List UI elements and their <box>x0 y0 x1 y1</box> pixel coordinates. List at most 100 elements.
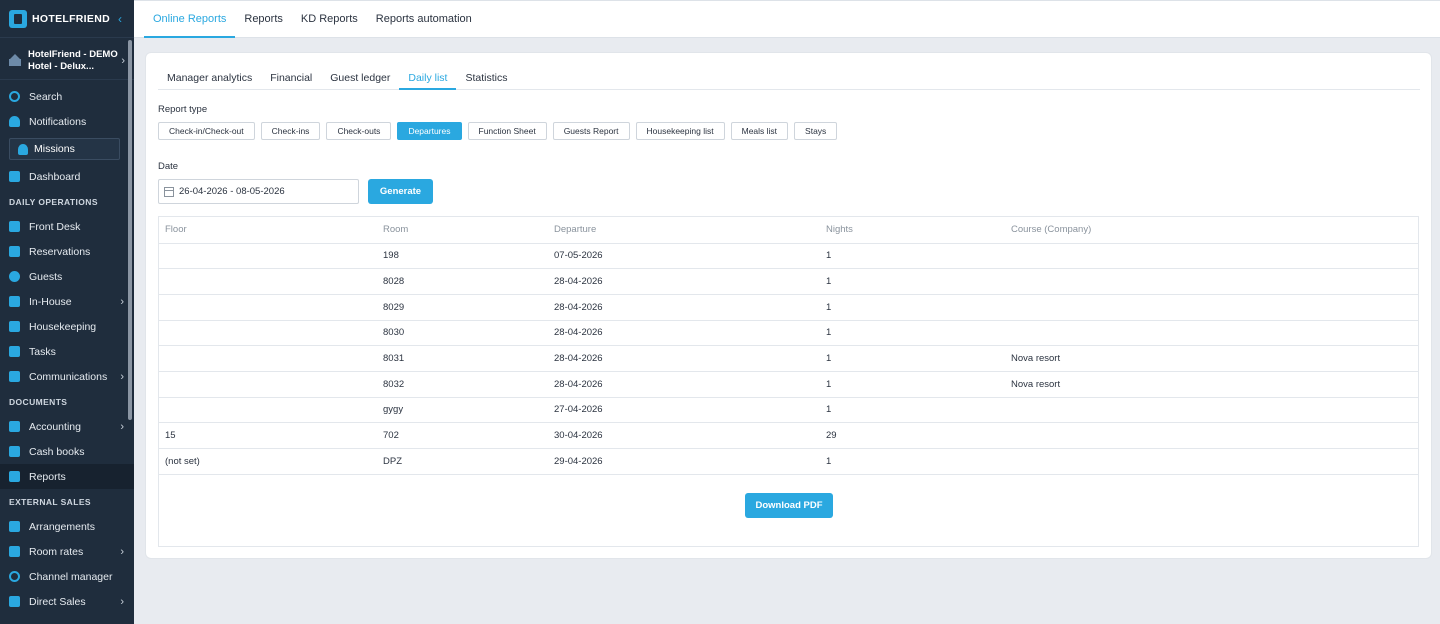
chevron-right-icon: › <box>120 420 124 433</box>
cell-departure: 28-04-2026 <box>548 320 820 347</box>
date-label: Date <box>158 161 179 172</box>
cell-departure: 30-04-2026 <box>548 422 820 449</box>
sidebar-item-notifications[interactable]: Notifications <box>0 109 134 134</box>
cell-course-company <box>1005 243 1418 270</box>
cell-room: 8031 <box>377 345 548 372</box>
column-header-floor: Floor <box>159 217 377 244</box>
sidebar-item-tasks[interactable]: Tasks <box>0 339 134 364</box>
collapse-chevron-icon[interactable]: ‹ <box>118 12 122 26</box>
section-daily-operations: DAILY OPERATIONS <box>9 196 98 207</box>
brand-logo[interactable]: HOTELFRIEND ‹ <box>0 0 134 38</box>
cell-room: gygy <box>377 397 548 424</box>
sidebar-item-front-desk[interactable]: Front Desk <box>0 214 134 239</box>
wrench-icon <box>9 346 20 357</box>
cell-room: 8029 <box>377 294 548 321</box>
cell-nights: 1 <box>820 448 1005 475</box>
report-type-housekeeping-list[interactable]: Housekeeping list <box>635 122 725 140</box>
cell-departure: 28-04-2026 <box>548 268 820 295</box>
table-row: 8031 28-04-2026 1 Nova resort <box>159 345 1418 372</box>
subtab-financial[interactable]: Financial <box>261 67 321 90</box>
sidebar-item-communications[interactable]: Communications › <box>0 364 134 389</box>
subtab-daily-list[interactable]: Daily list <box>399 67 457 90</box>
report-type-guests-report[interactable]: Guests Report <box>552 122 630 140</box>
chevron-right-icon: › <box>120 295 124 308</box>
accounting-icon <box>9 421 20 432</box>
column-header-departure: Departure <box>548 217 820 244</box>
subtab-statistics[interactable]: Statistics <box>456 67 516 90</box>
download-pdf-button[interactable]: Download PDF <box>745 493 833 518</box>
tab-reports[interactable]: Reports <box>235 1 292 38</box>
cell-floor <box>159 371 377 398</box>
cell-room: 198 <box>377 243 548 270</box>
in-house-icon <box>9 296 20 307</box>
report-type-meals-list[interactable]: Meals list <box>730 122 789 140</box>
hotel-selector[interactable]: HotelFriend - DEMO Hotel - Delux... › <box>0 42 134 80</box>
cell-departure: 29-04-2026 <box>548 448 820 475</box>
cell-room: 8032 <box>377 371 548 398</box>
subtab-manager-analytics[interactable]: Manager analytics <box>158 67 261 90</box>
sidebar-item-channel-manager[interactable]: Channel manager <box>0 564 134 589</box>
table-row: 8032 28-04-2026 1 Nova resort <box>159 371 1418 398</box>
report-type-checkouts[interactable]: Check-outs <box>326 122 392 140</box>
cell-departure: 28-04-2026 <box>548 345 820 372</box>
sidebar-item-guests[interactable]: Guests <box>0 264 134 289</box>
report-type-function-sheet[interactable]: Function Sheet <box>467 122 547 140</box>
sidebar-item-accounting[interactable]: Accounting › <box>0 414 134 439</box>
cell-course-company <box>1005 448 1418 475</box>
table-header-row: Floor Room Departure Nights Course (Comp… <box>159 217 1418 244</box>
chevron-right-icon: › <box>120 370 124 383</box>
report-type-checkins[interactable]: Check-ins <box>260 122 321 140</box>
guest-icon <box>9 271 20 282</box>
cell-room: 702 <box>377 422 548 449</box>
tab-kd-reports[interactable]: KD Reports <box>292 1 367 38</box>
sidebar-item-search[interactable]: Search <box>0 84 134 109</box>
cell-room: 8028 <box>377 268 548 295</box>
hotelfriend-logo-icon <box>9 9 27 28</box>
sidebar-item-housekeeping[interactable]: Housekeeping <box>0 314 134 339</box>
dashboard-icon <box>9 171 20 182</box>
generate-button[interactable]: Generate <box>368 179 433 204</box>
tab-reports-automation[interactable]: Reports automation <box>367 1 481 38</box>
cell-floor <box>159 243 377 270</box>
cell-departure: 07-05-2026 <box>548 243 820 270</box>
missions-button[interactable]: Missions <box>9 138 120 160</box>
report-type-stays[interactable]: Stays <box>794 122 838 140</box>
missions-icon <box>18 143 28 155</box>
table-row: (not set) DPZ 29-04-2026 1 <box>159 448 1418 475</box>
reports-icon <box>9 471 20 482</box>
cell-floor <box>159 294 377 321</box>
date-range-input[interactable]: 26-04-2026 - 08-05-2026 <box>158 179 359 204</box>
chevron-right-icon: › <box>120 595 124 608</box>
chart-line-icon <box>9 546 20 557</box>
sidebar-item-in-house[interactable]: In-House › <box>0 289 134 314</box>
sidebar-item-reservations[interactable]: Reservations <box>0 239 134 264</box>
calendar-icon <box>164 186 174 197</box>
report-type-departures[interactable]: Departures <box>397 122 462 140</box>
cell-departure: 28-04-2026 <box>548 294 820 321</box>
cell-course-company: Nova resort <box>1005 371 1418 398</box>
cell-room: 8030 <box>377 320 548 347</box>
cell-nights: 1 <box>820 320 1005 347</box>
column-header-course-company: Course (Company) <box>1005 217 1418 244</box>
sidebar-item-room-rates[interactable]: Room rates › <box>0 539 134 564</box>
hotel-icon <box>9 53 21 66</box>
sidebar-scrollbar[interactable] <box>128 40 132 420</box>
column-header-room: Room <box>377 217 548 244</box>
report-type-checkin-checkout[interactable]: Check-in/Check-out <box>158 122 255 140</box>
cell-floor: (not set) <box>159 448 377 475</box>
bell-icon <box>9 116 20 127</box>
cell-floor <box>159 397 377 424</box>
sidebar-item-cash-books[interactable]: Cash books <box>0 439 134 464</box>
cell-nights: 29 <box>820 422 1005 449</box>
sidebar-item-dashboard[interactable]: Dashboard <box>0 164 134 189</box>
table-row: 8030 28-04-2026 1 <box>159 320 1418 347</box>
subtab-guest-ledger[interactable]: Guest ledger <box>321 67 399 90</box>
front-desk-icon <box>9 221 20 232</box>
sidebar-item-direct-sales[interactable]: Direct Sales › <box>0 589 134 614</box>
cell-floor <box>159 320 377 347</box>
cell-course-company <box>1005 320 1418 347</box>
sidebar-item-reports[interactable]: Reports <box>0 464 134 489</box>
table-row: 8028 28-04-2026 1 <box>159 268 1418 295</box>
tab-online-reports[interactable]: Online Reports <box>144 1 236 38</box>
sidebar-item-arrangements[interactable]: Arrangements <box>0 514 134 539</box>
